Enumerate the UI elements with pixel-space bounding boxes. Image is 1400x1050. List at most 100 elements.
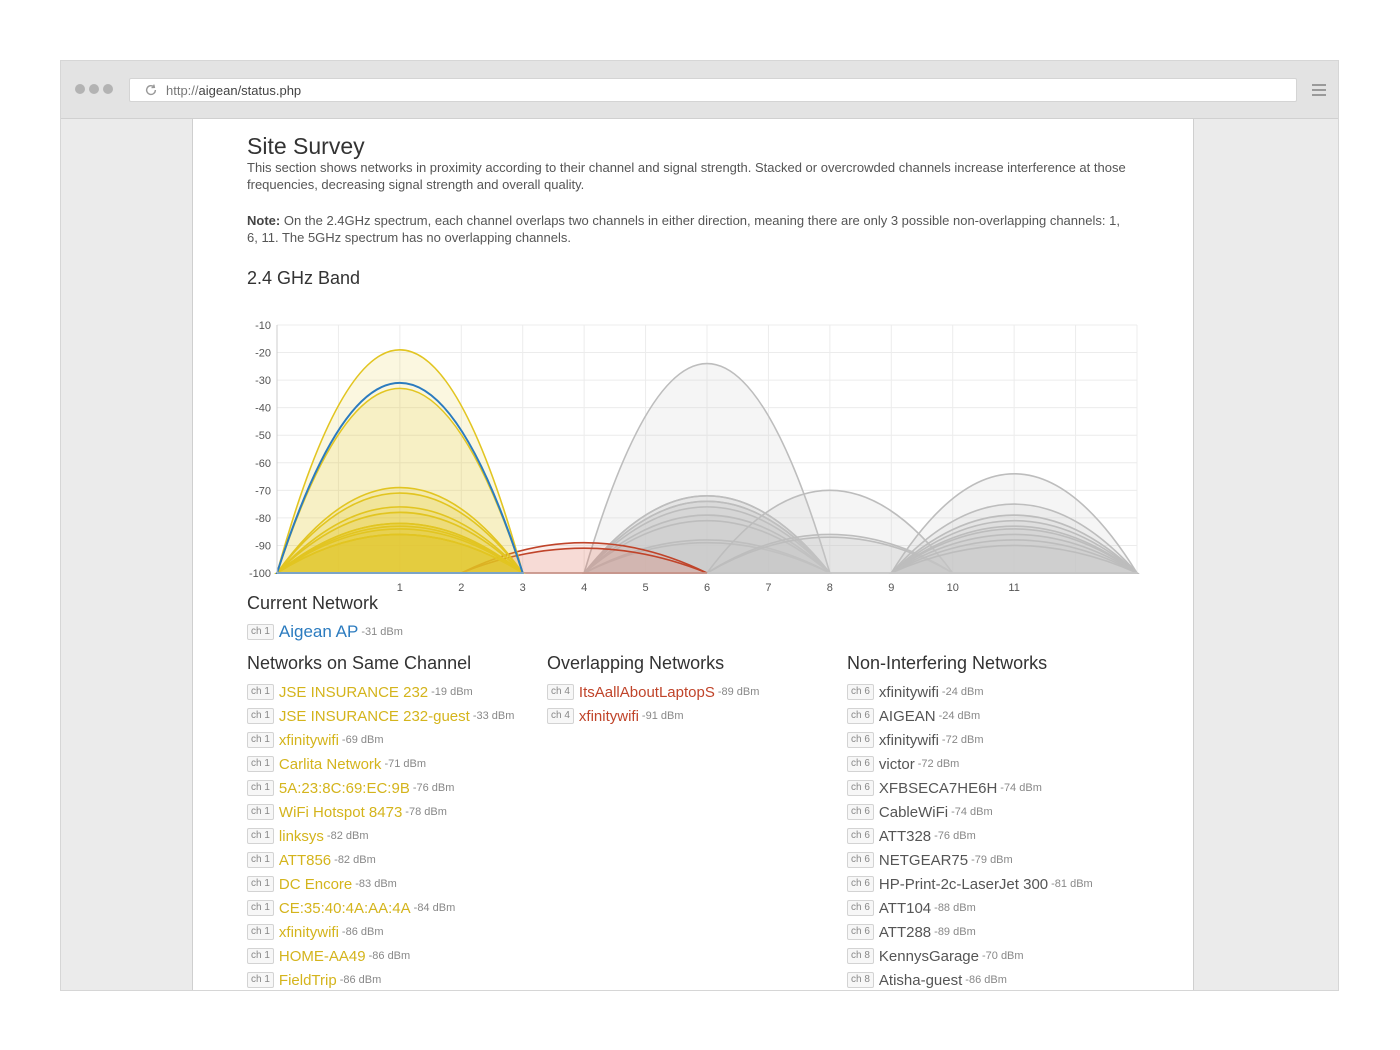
signal-strength: -24 dBm: [938, 710, 981, 722]
page-title: Site Survey: [247, 133, 365, 159]
network-name[interactable]: xfinitywifi: [279, 924, 339, 941]
network-row[interactable]: ch 6 AIGEAN -24 dBm: [847, 704, 1093, 728]
current-network-row[interactable]: ch 1 Aigean AP -31 dBm: [247, 620, 403, 644]
network-row[interactable]: ch 1 FieldTrip -86 dBm: [247, 968, 514, 990]
network-row[interactable]: ch 1 5A:23:8C:69:EC:9B -76 dBm: [247, 776, 514, 800]
network-name[interactable]: linksys: [279, 828, 324, 845]
network-name[interactable]: CableWiFi: [879, 804, 948, 821]
signal-strength: -82 dBm: [326, 830, 369, 842]
network-name[interactable]: KennysGarage: [879, 948, 979, 965]
network-row[interactable]: ch 1 JSE INSURANCE 232-guest -33 dBm: [247, 704, 514, 728]
channel-badge: ch 1: [247, 684, 274, 700]
channel-badge: ch 6: [847, 684, 874, 700]
channel-badge: ch 6: [847, 852, 874, 868]
network-row[interactable]: ch 1 ATT856 -82 dBm: [247, 848, 514, 872]
address-bar[interactable]: http://aigean/status.php: [129, 78, 1297, 102]
network-name[interactable]: CE:35:40:4A:AA:4A: [279, 900, 411, 917]
network-row[interactable]: ch 1 HOME-AA49 -86 dBm: [247, 944, 514, 968]
network-row[interactable]: ch 6 NETGEAR75 -79 dBm: [847, 848, 1093, 872]
network-row[interactable]: ch 1 linksys -82 dBm: [247, 824, 514, 848]
network-row[interactable]: ch 1 WiFi Hotspot 8473 -78 dBm: [247, 800, 514, 824]
channel-badge: ch 1: [247, 876, 274, 892]
y-tick-label: -30: [255, 375, 271, 387]
network-row[interactable]: ch 6 ATT104 -88 dBm: [847, 896, 1093, 920]
network-name[interactable]: xfinitywifi: [879, 684, 939, 701]
network-row[interactable]: ch 6 xfinitywifi -72 dBm: [847, 728, 1093, 752]
network-name[interactable]: Carlita Network: [279, 756, 382, 773]
channel-badge: ch 6: [847, 804, 874, 820]
channel-badge: ch 1: [247, 948, 274, 964]
network-row[interactable]: ch 6 CableWiFi -74 dBm: [847, 800, 1093, 824]
network-row[interactable]: ch 6 victor -72 dBm: [847, 752, 1093, 776]
network-row[interactable]: ch 1 xfinitywifi -69 dBm: [247, 728, 514, 752]
network-name[interactable]: AIGEAN: [879, 708, 936, 725]
spectrum-chart: -10 -20 -30 -40 -50 -60 -70 -80 -90 -100 1 2 3 4 5 6 7 8 9…: [249, 320, 1140, 591]
signal-arc: [275, 382, 525, 574]
network-row[interactable]: ch 4 ItsAallAboutLaptopS -89 dBm: [547, 680, 759, 704]
network-row[interactable]: ch 1 DC Encore -83 dBm: [247, 872, 514, 896]
y-tick-label: -50: [255, 430, 271, 442]
network-name[interactable]: Aigean AP: [279, 622, 358, 642]
network-name[interactable]: DC Encore: [279, 876, 352, 893]
y-tick-label: -100: [249, 568, 271, 580]
network-row[interactable]: ch 1 Carlita Network -71 dBm: [247, 752, 514, 776]
network-name[interactable]: ItsAallAboutLaptopS: [579, 684, 715, 701]
network-row[interactable]: ch 1 CE:35:40:4A:AA:4A -84 dBm: [247, 896, 514, 920]
non-interfering-list: ch 6 xfinitywifi -24 dBm ch 6 AIGEAN -24 dBm c…: [847, 680, 1093, 990]
x-tick-label: 11: [1008, 582, 1019, 591]
note-label: Note:: [247, 213, 281, 228]
network-name[interactable]: FieldTrip: [279, 972, 337, 989]
x-tick-label: 7: [765, 582, 771, 591]
network-name[interactable]: WiFi Hotspot 8473: [279, 804, 402, 821]
network-name[interactable]: JSE INSURANCE 232-guest: [279, 708, 470, 725]
channel-badge: ch 1: [247, 900, 274, 916]
network-row[interactable]: ch 6 XFBSECA7HE6H -74 dBm: [847, 776, 1093, 800]
y-tick-label: -60: [255, 458, 271, 470]
url-text[interactable]: http://aigean/status.php: [166, 83, 301, 98]
network-name[interactable]: xfinitywifi: [879, 732, 939, 749]
network-row[interactable]: ch 1 xfinitywifi -86 dBm: [247, 920, 514, 944]
y-tick-label: -10: [255, 320, 271, 332]
window-dot-icon[interactable]: [75, 84, 85, 94]
network-name[interactable]: XFBSECA7HE6H: [879, 780, 997, 797]
signal-strength: -82 dBm: [334, 854, 376, 866]
non-interfering-column: Non-Interfering Networks ch 6 xfinitywifi…: [847, 653, 1093, 990]
network-row[interactable]: ch 6 xfinitywifi -24 dBm: [847, 680, 1093, 704]
current-network-title: Current Network: [247, 593, 379, 613]
network-row[interactable]: ch 8 KennysGarage -70 dBm: [847, 944, 1093, 968]
network-name[interactable]: victor: [879, 756, 915, 773]
signal-strength: -19 dBm: [431, 686, 473, 698]
network-row[interactable]: ch 6 ATT288 -89 dBm: [847, 920, 1093, 944]
channel-badge: ch 6: [847, 732, 874, 748]
channel-badge: ch 6: [847, 924, 874, 940]
channel-badge: ch 1: [247, 780, 274, 796]
network-row[interactable]: ch 4 xfinitywifi -91 dBm: [547, 704, 759, 728]
network-name[interactable]: Atisha-guest: [879, 972, 962, 989]
network-name[interactable]: xfinitywifi: [579, 708, 639, 725]
network-name[interactable]: ATT104: [879, 900, 931, 917]
y-tick-label: -90: [255, 540, 271, 552]
network-row[interactable]: ch 6 HP-Print-2c-LaserJet 300 -81 dBm: [847, 872, 1093, 896]
network-name[interactable]: xfinitywifi: [279, 732, 339, 749]
network-row[interactable]: ch 8 Atisha-guest -86 dBm: [847, 968, 1093, 990]
network-name[interactable]: ATT288: [879, 924, 931, 941]
network-row[interactable]: ch 1 JSE INSURANCE 232 -19 dBm: [247, 680, 514, 704]
network-name[interactable]: HP-Print-2c-LaserJet 300: [879, 876, 1048, 893]
current-network-section: Current Network ch 1 Aigean AP -31 dBm: [247, 593, 403, 644]
hamburger-menu-icon[interactable]: [1312, 84, 1326, 96]
network-name[interactable]: ATT856: [279, 852, 331, 869]
channel-badge: ch 1: [247, 924, 274, 940]
network-name[interactable]: JSE INSURANCE 232: [279, 684, 428, 701]
channel-badge: ch 1: [247, 804, 274, 820]
network-name[interactable]: NETGEAR75: [879, 852, 968, 869]
reload-icon[interactable]: [144, 83, 158, 97]
network-name[interactable]: 5A:23:8C:69:EC:9B: [279, 780, 410, 797]
window-dot-icon[interactable]: [89, 84, 99, 94]
network-name[interactable]: HOME-AA49: [279, 948, 366, 965]
window-dot-icon[interactable]: [103, 84, 113, 94]
network-row[interactable]: ch 6 ATT328 -76 dBm: [847, 824, 1093, 848]
x-tick-label: 9: [888, 582, 894, 591]
signal-strength: -72 dBm: [941, 734, 984, 746]
network-name[interactable]: ATT328: [879, 828, 931, 845]
overlapping-list: ch 4 ItsAallAboutLaptopS -89 dBm ch 4 xfinit…: [547, 680, 759, 728]
